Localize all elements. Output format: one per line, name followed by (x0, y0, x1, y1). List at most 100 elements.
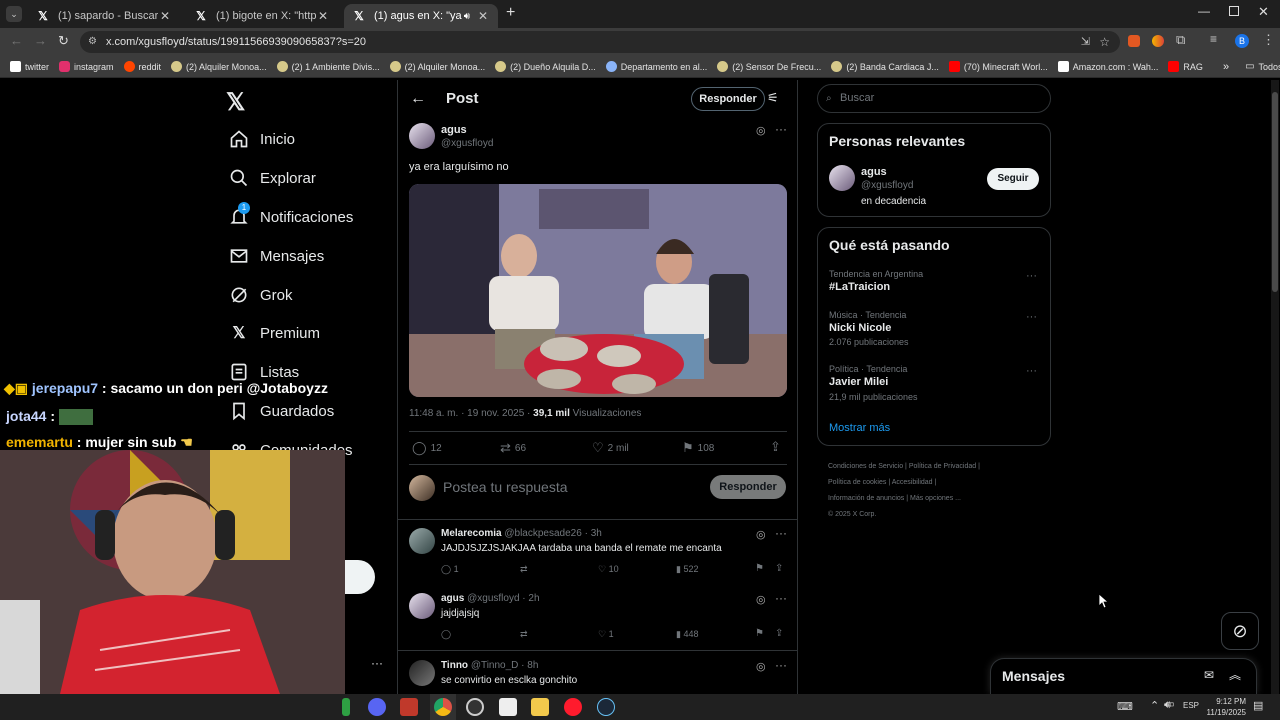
bookmark-action[interactable]: ⚑ 108 (682, 440, 714, 456)
puzzle-icon[interactable]: ⧉ (1176, 32, 1185, 48)
footer-link[interactable]: Condiciones de Servicio (828, 463, 903, 470)
more-options-icon[interactable]: ··· (775, 591, 787, 605)
follow-button[interactable]: Seguir (987, 168, 1039, 190)
show-more-link[interactable]: Mostrar más (829, 422, 890, 434)
bookmark-item[interactable]: (2) Sensor De Frecu... (717, 61, 821, 72)
address-bar[interactable]: ⚙︎ x.com/xgusfloyd/status/19911566939090… (80, 31, 1120, 53)
close-tab-icon[interactable]: ✕ (158, 9, 172, 23)
trend-name[interactable]: Javier Milei (829, 376, 888, 388)
scrollbar-thumb[interactable] (1272, 92, 1278, 292)
extension-icon[interactable] (1128, 35, 1140, 47)
browser-tab-1[interactable]: 𝕏 (1) sapardo - Buscar / X ✕ (28, 4, 180, 28)
header-reply-button[interactable]: Responder (691, 87, 765, 111)
expand-icon[interactable]: ︽ (1229, 666, 1241, 683)
reply-like-action[interactable]: ♡ 10 (598, 564, 619, 575)
menu-icon[interactable]: ⋮ (1262, 32, 1275, 48)
more-options-icon[interactable]: ··· (775, 526, 787, 540)
nav-item-explorar[interactable]: Explorar (228, 167, 316, 189)
reply-views[interactable]: ▮ 522 (676, 564, 698, 575)
bookmark-item[interactable]: (2) Alquiler Monoa... (171, 61, 267, 72)
more-options-icon[interactable]: ··· (775, 122, 787, 136)
app-icon[interactable] (342, 698, 350, 716)
bookmark-star-icon[interactable]: ☆ (1099, 31, 1110, 53)
avatar[interactable] (829, 165, 855, 191)
trend-name[interactable]: #LaTraicion (829, 281, 890, 293)
repost-action[interactable]: ⇄ 66 (500, 440, 526, 456)
new-message-icon[interactable]: ✉ (1204, 668, 1214, 682)
nav-item-inicio[interactable]: Inicio (228, 128, 295, 150)
trend-name[interactable]: Nicki Nicole (829, 322, 891, 334)
reply-action[interactable]: ◯ 12 (412, 440, 442, 456)
reply-handle[interactable]: @Tinno_D (471, 660, 519, 671)
like-action[interactable]: ♡ 2 mil (592, 440, 629, 456)
footer-link[interactable]: Más opciones ... (910, 495, 961, 502)
relevant-name[interactable]: agus (861, 166, 887, 178)
more-options-icon[interactable]: ··· (1026, 270, 1037, 282)
footer-link[interactable]: Política de cookies (828, 479, 886, 486)
speaker-icon[interactable]: 🔊︎ (464, 11, 470, 22)
nav-item-grok[interactable]: Grok (228, 284, 293, 306)
search-input[interactable]: ⌕ Buscar (817, 84, 1051, 113)
profile-avatar[interactable]: B (1235, 34, 1249, 48)
avatar[interactable] (409, 123, 435, 149)
share-icon[interactable]: ⇪ (770, 439, 781, 455)
volume-icon[interactable]: 🔊︎ (1164, 699, 1171, 712)
app-icon[interactable] (499, 698, 517, 716)
keyboard-icon[interactable]: ⌨ (1117, 700, 1133, 713)
maximize-icon[interactable] (1229, 6, 1239, 16)
more-icon[interactable]: ··· (371, 656, 383, 670)
steam-icon[interactable] (597, 698, 615, 716)
bookmark-item[interactable]: RAG (1168, 61, 1203, 72)
settings-sliders-icon[interactable]: ⚟ (767, 90, 779, 106)
install-icon[interactable]: ⇲ (1081, 31, 1090, 53)
grok-icon[interactable]: ◎ (756, 124, 766, 137)
reply-handle[interactable]: @blackpesade26 (504, 528, 581, 539)
close-tab-icon[interactable]: ✕ (316, 9, 330, 23)
footer-link[interactable]: Información de anuncios (828, 495, 904, 502)
opera-icon[interactable] (564, 698, 582, 716)
site-info-icon[interactable]: ⚙︎ (88, 31, 97, 53)
bookmark-item[interactable]: (2) Dueño Alquila D... (495, 61, 596, 72)
grok-icon[interactable]: ◎ (756, 528, 766, 541)
bookmark-item[interactable]: (70) Minecraft Worl... (948, 61, 1048, 72)
reply-author[interactable]: Melarecomia (441, 528, 502, 539)
bookmark-item[interactable]: (2) Banda Cardiaca J... (831, 61, 939, 72)
obs-icon[interactable] (466, 698, 484, 716)
extension-icon[interactable] (1152, 35, 1164, 47)
browser-tab-2[interactable]: 𝕏 (1) bigote en X: "https://t.co/Sv ✕ (186, 4, 338, 28)
more-bookmarks-button[interactable]: » (1223, 61, 1229, 73)
reply-handle[interactable]: @xgusfloyd (467, 593, 519, 604)
reply-avatar[interactable] (409, 528, 435, 554)
messages-drawer[interactable]: Mensajes ✉ ︽ (990, 658, 1257, 694)
browser-tab-3[interactable]: 𝕏 (1) agus en X: "ya era largu 🔊︎ ✕ (344, 4, 498, 28)
grok-float-button[interactable]: ⊘ (1221, 612, 1259, 650)
all-bookmarks-folder[interactable]: ▭Todos los marcadores (1245, 61, 1280, 72)
folder-icon[interactable] (531, 698, 549, 716)
more-options-icon[interactable]: ··· (1026, 311, 1037, 323)
x-home-logo[interactable]: 𝕏 (226, 88, 245, 117)
page-scrollbar[interactable] (1271, 80, 1279, 694)
bookmark-icon[interactable]: ⚑ (755, 563, 764, 574)
close-tab-icon[interactable]: ✕ (476, 9, 490, 23)
post-video[interactable] (409, 184, 787, 397)
grok-icon[interactable]: ◎ (756, 660, 766, 673)
reply-reply-action[interactable]: ◯ (441, 629, 451, 640)
media-icon[interactable]: ≡ (1210, 32, 1217, 46)
back-icon[interactable]: ← (10, 33, 23, 48)
more-options-icon[interactable]: ··· (1026, 365, 1037, 377)
reply-repost-action[interactable]: ⇄ (520, 629, 528, 640)
share-icon[interactable]: ⇪ (775, 563, 783, 574)
bookmark-item[interactable]: (2) 1 Ambiente Divis... (276, 61, 380, 72)
bookmark-icon[interactable]: ⚑ (755, 628, 764, 639)
reload-icon[interactable]: ↻ (58, 33, 69, 49)
bookmark-item[interactable]: reddit (123, 61, 161, 72)
reply-author[interactable]: agus (441, 593, 464, 604)
footer-link[interactable]: Política de Privacidad (909, 463, 976, 470)
bookmark-item[interactable]: (2) Alquiler Monoa... (389, 61, 485, 72)
language-indicator[interactable]: ESP (1183, 701, 1199, 710)
nav-item-premium[interactable]: 𝕏 Premium (228, 322, 320, 344)
reply-avatar[interactable] (409, 660, 435, 686)
bookmark-item[interactable]: twitter (10, 61, 49, 72)
discord-icon[interactable] (368, 698, 386, 716)
close-window-icon[interactable]: ✕ (1258, 4, 1269, 20)
